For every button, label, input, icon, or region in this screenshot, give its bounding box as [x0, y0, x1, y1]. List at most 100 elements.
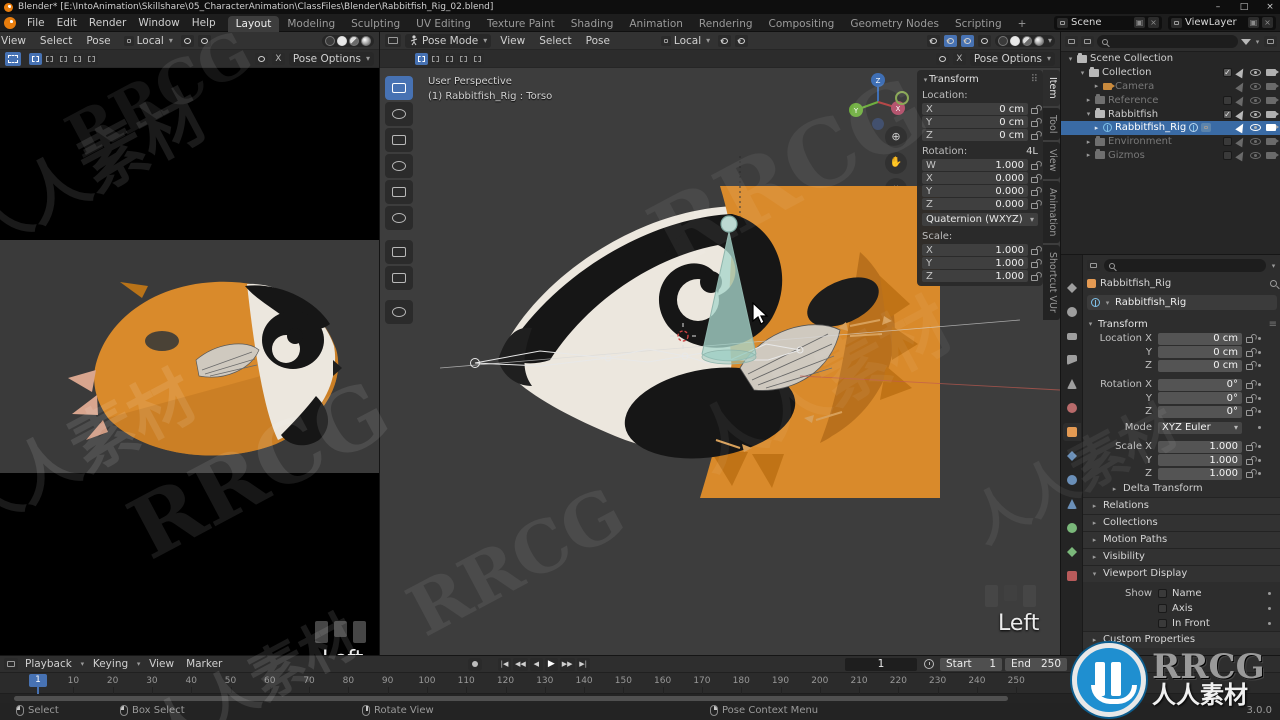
viewport-canvas[interactable]: User Perspective (1) Rabbitfish_Rig : To… — [380, 68, 1060, 655]
blender-logo-icon[interactable] — [4, 16, 16, 29]
scale-y-field[interactable]: Y 1.000 — [922, 257, 1028, 269]
viewport-display-panel[interactable]: ▾ Viewport Display — [1083, 564, 1280, 582]
hide-icon[interactable] — [1250, 151, 1261, 159]
proportional-edit-icon[interactable] — [735, 34, 749, 47]
lock-icon[interactable] — [1246, 383, 1253, 389]
left-mirror-x-button[interactable]: X — [271, 52, 285, 65]
animate-dot[interactable] — [1258, 383, 1261, 386]
scale-z-field[interactable]: Z 1.000 — [922, 270, 1028, 282]
lock-icon[interactable] — [1031, 163, 1038, 170]
animate-dot[interactable] — [1258, 445, 1261, 448]
rotation-y-field[interactable]: Y 0.000 — [922, 185, 1028, 197]
workspace-tab-modeling[interactable]: Modeling — [279, 16, 343, 32]
left-menu-view[interactable]: View — [0, 35, 31, 47]
workspace-tab-scripting[interactable]: Scripting — [947, 16, 1010, 32]
pin-icon[interactable] — [1270, 279, 1277, 287]
exclude-checkbox[interactable] — [1223, 137, 1232, 147]
current-frame-field[interactable]: 1 — [845, 657, 917, 671]
lock-icon[interactable] — [1246, 445, 1253, 451]
left-menu-pose[interactable]: Pose — [81, 35, 115, 47]
animate-dot[interactable] — [1268, 591, 1271, 595]
jump-to-end-button[interactable]: ▶| — [576, 657, 590, 671]
end-frame-field[interactable]: End 250 — [1005, 657, 1067, 671]
scale-x-field[interactable]: 1.000 — [1158, 440, 1242, 453]
select-menu[interactable]: Select — [534, 35, 576, 47]
workspace-tab-animation[interactable]: Animation — [621, 16, 691, 32]
collections-panel[interactable]: ▸ Collections — [1083, 513, 1280, 531]
panel-menu-icon[interactable]: ≡ — [1269, 319, 1277, 330]
panel-drag-handle[interactable]: ⠿ — [1031, 74, 1038, 85]
menu-render[interactable]: Render — [83, 17, 132, 29]
lock-icon[interactable] — [1031, 261, 1038, 268]
location-y-field[interactable]: 0 cm — [1158, 346, 1242, 358]
tab-object[interactable] — [1063, 423, 1081, 441]
next-keyframe-button[interactable]: ▶▶ — [559, 657, 575, 671]
visibility-panel[interactable]: ▸ Visibility — [1083, 547, 1280, 565]
selectable-icon[interactable] — [1235, 80, 1247, 93]
animate-dot[interactable] — [1258, 458, 1261, 462]
toggle-xray-icon[interactable] — [977, 34, 991, 47]
animate-dot[interactable] — [1258, 396, 1261, 400]
mode-dropdown[interactable]: Pose Mode — [405, 33, 492, 48]
select-extend-icon[interactable] — [43, 52, 56, 65]
selectable-icon[interactable] — [1235, 108, 1247, 120]
lock-icon[interactable] — [1246, 364, 1253, 370]
start-frame-field[interactable]: Start 1 — [940, 657, 1002, 671]
select-new-icon[interactable] — [415, 52, 428, 65]
render-visibility-icon[interactable] — [1266, 138, 1279, 146]
n-tab-tool[interactable]: Tool — [1043, 107, 1060, 141]
scrollbar-thumb[interactable] — [14, 696, 1008, 701]
left-viewport-canvas[interactable]: Left — [0, 68, 379, 655]
tab-particles[interactable] — [1063, 471, 1081, 489]
scale-z-field[interactable]: 1.000 — [1158, 467, 1242, 480]
tab-scene[interactable] — [1063, 375, 1081, 393]
menu-edit[interactable]: Edit — [51, 17, 83, 29]
tab-constraints[interactable] — [1063, 519, 1081, 537]
lock-icon[interactable] — [1031, 248, 1038, 255]
mirror-x-button[interactable]: X — [952, 52, 966, 65]
hide-icon[interactable] — [1250, 138, 1261, 146]
properties-editor-type-icon[interactable] — [1087, 260, 1100, 271]
selectable-icon[interactable] — [1235, 66, 1247, 79]
remove-viewlayer-icon[interactable]: × — [1262, 17, 1273, 28]
workspace-tab-sculpting[interactable]: Sculpting — [343, 16, 408, 32]
scene-selector[interactable]: Scene ▣ × — [1054, 15, 1162, 30]
select-intersect-icon[interactable] — [471, 52, 484, 65]
minimize-button[interactable]: – — [1212, 2, 1224, 12]
n-tab-shortcut-vur[interactable]: Shortcut VUr — [1043, 245, 1060, 320]
outliner-editor-type-icon[interactable] — [1065, 36, 1078, 47]
name-checkbox[interactable] — [1158, 588, 1167, 598]
render-visibility-icon[interactable] — [1266, 151, 1279, 159]
left-menu-select[interactable]: Select — [35, 35, 77, 47]
view-menu[interactable]: View — [495, 35, 530, 47]
outliner-row-rabbitfish[interactable]: ▾ Rabbitfish — [1061, 107, 1280, 121]
animate-dot[interactable] — [1258, 410, 1261, 413]
menu-help[interactable]: Help — [186, 17, 222, 29]
n-tab-item[interactable]: Item — [1043, 70, 1060, 106]
location-x-field[interactable]: X0 cm — [922, 103, 1028, 115]
hide-icon[interactable] — [1250, 124, 1261, 132]
lock-icon[interactable] — [1031, 107, 1038, 114]
transform-panel-header[interactable]: ▾ Transform ≡ — [1087, 316, 1277, 332]
viewlayer-selector[interactable]: ViewLayer ▣ × — [1168, 15, 1276, 30]
jump-to-start-button[interactable]: |◀ — [498, 657, 511, 671]
snapping-icon[interactable] — [718, 34, 732, 47]
use-preview-range-icon[interactable] — [924, 659, 934, 669]
marker-menu[interactable]: Marker — [181, 658, 227, 670]
workspace-tab-shading[interactable]: Shading — [563, 16, 622, 32]
workspace-tab-compositing[interactable]: Compositing — [761, 16, 843, 32]
hide-icon[interactable] — [1250, 96, 1261, 104]
select-extend-icon[interactable] — [429, 52, 442, 65]
maximize-button[interactable]: □ — [1238, 2, 1250, 12]
lock-icon[interactable] — [1031, 120, 1038, 127]
exclude-checkbox[interactable] — [1223, 95, 1232, 105]
left-orientation-dropdown[interactable]: Local — [120, 34, 177, 48]
exclude-checkbox[interactable] — [1223, 109, 1232, 119]
workspace-tab-layout[interactable]: Layout — [227, 15, 280, 32]
menu-file[interactable]: File — [21, 17, 51, 29]
select-new-icon[interactable] — [29, 52, 42, 65]
gizmo-xyz-icon[interactable] — [935, 52, 949, 65]
location-z-field[interactable]: Z0 cm — [922, 129, 1028, 141]
lock-icon[interactable] — [1246, 458, 1253, 465]
outliner-display-mode-icon[interactable] — [1081, 36, 1094, 47]
